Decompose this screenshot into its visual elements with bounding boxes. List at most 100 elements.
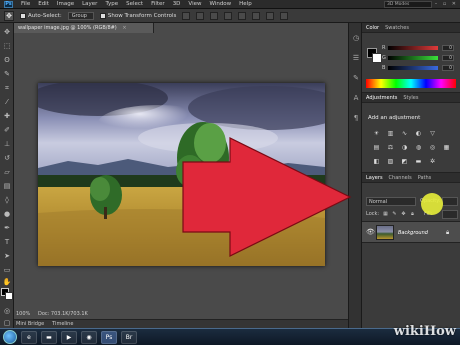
show-transform-checkbox[interactable] [99,12,106,19]
zoom-level[interactable]: 100% [16,311,30,317]
move-tool-icon[interactable]: ✥ [4,10,14,21]
lock-all-icon[interactable]: 🔒︎ [409,210,416,217]
window-controls[interactable]: – ▫ ✕ [435,1,458,7]
menu-image[interactable]: Image [57,1,74,7]
align-top-icon[interactable] [182,11,191,20]
posterize-icon[interactable]: ▨ [386,157,395,166]
tab-timeline[interactable]: Timeline [52,321,73,327]
bridge-icon[interactable]: Br [121,330,137,344]
tab-styles[interactable]: Styles [403,95,418,101]
align-middle-icon[interactable] [196,11,205,20]
quick-mask-icon[interactable]: ◎ [2,306,12,316]
color-spectrum[interactable] [366,79,456,88]
layer-background[interactable]: 👁︎ Background 🔒︎ [362,221,460,243]
hand-tool-icon[interactable]: ✋ [2,277,12,287]
eraser-tool-icon[interactable]: ▱ [2,167,12,177]
brush-panel-icon[interactable]: ✎ [351,73,361,83]
file-explorer-icon[interactable]: ▬ [41,330,57,344]
chrome-icon[interactable]: ◉ [81,330,97,344]
channel-mixer-icon[interactable]: ◎ [428,143,437,152]
menu-file[interactable]: File [21,1,30,7]
close-icon[interactable]: × [122,25,126,31]
layer-name[interactable]: Background [398,230,428,236]
image-canvas[interactable] [38,83,325,266]
document-tab[interactable]: wallpaper image.jpg @ 100% (RGB/8#) × [14,23,154,33]
color-balance-icon[interactable]: ⚖ [386,143,395,152]
levels-icon[interactable]: ▥ [386,129,395,138]
threshold-icon[interactable]: ◩ [400,157,409,166]
green-slider[interactable] [388,56,438,60]
tab-mini-bridge[interactable]: Mini Bridge [16,321,44,327]
tab-channels[interactable]: Channels [389,175,412,181]
selective-color-icon[interactable]: ✲ [428,157,437,166]
brush-tool-icon[interactable]: ✐ [2,125,12,135]
distribute-middle-icon[interactable] [280,11,289,20]
lock-transparent-pixels-icon[interactable]: ▦ [382,210,389,217]
quick-select-tool-icon[interactable]: ✎ [2,69,12,79]
menu-select[interactable]: Select [126,1,143,7]
invert-icon[interactable]: ◧ [372,157,381,166]
lock-image-pixels-icon[interactable]: ✎ [391,210,398,217]
menu-filter[interactable]: Filter [151,1,165,7]
history-panel-icon[interactable]: ◷ [351,33,361,43]
menu-help[interactable]: Help [239,1,252,7]
character-panel-icon[interactable]: A [351,93,361,103]
tab-adjustments[interactable]: Adjustments [366,95,397,101]
align-left-icon[interactable] [224,11,233,20]
red-value-field[interactable]: 0 [442,45,454,51]
vibrance-icon[interactable]: ▽ [428,129,437,138]
tab-color[interactable]: Color [366,25,379,31]
green-value-field[interactable]: 0 [442,55,454,61]
fill-field[interactable] [442,210,458,219]
media-player-icon[interactable]: ▶ [61,330,77,344]
menu-layer[interactable]: Layer [82,1,97,7]
background-color-swatch[interactable] [372,53,382,63]
dodge-tool-icon[interactable]: ● [2,209,12,219]
blur-tool-icon[interactable]: ◊ [2,195,12,205]
brightness-contrast-icon[interactable]: ☀ [372,129,381,138]
crop-tool-icon[interactable]: ⌗ [2,83,12,93]
marquee-tool-icon[interactable]: ⬚ [2,41,12,51]
start-button[interactable] [3,330,17,344]
shape-tool-icon[interactable]: ▭ [2,265,12,275]
color-lookup-icon[interactable]: ▦ [442,143,451,152]
align-bottom-icon[interactable] [210,11,219,20]
lock-position-icon[interactable]: ✥ [400,210,407,217]
eyedropper-tool-icon[interactable]: ⁄ [2,97,12,107]
move-tool-icon[interactable]: ✥ [2,27,12,37]
photoshop-taskbar-icon[interactable]: Ps [101,330,117,344]
blue-value-field[interactable]: 0 [442,65,454,71]
align-right-icon[interactable] [252,11,261,20]
paragraph-panel-icon[interactable]: ¶ [351,113,361,123]
hue-saturation-icon[interactable]: ▤ [372,143,381,152]
menu-window[interactable]: Window [209,1,231,7]
lasso-tool-icon[interactable]: ʘ [2,55,12,65]
internet-explorer-icon[interactable]: e [21,330,37,344]
screen-mode-icon[interactable]: ▢ [2,318,12,328]
pen-tool-icon[interactable]: ✒ [2,223,12,233]
menu-edit[interactable]: Edit [38,1,49,7]
black-white-icon[interactable]: ◑ [400,143,409,152]
align-center-icon[interactable] [238,11,247,20]
workspace-switcher[interactable]: 3D Modes [384,1,432,8]
history-brush-tool-icon[interactable]: ↺ [2,153,12,163]
type-tool-icon[interactable]: T [2,237,12,247]
healing-brush-tool-icon[interactable]: ✚ [2,111,12,121]
tab-paths[interactable]: Paths [418,175,432,181]
tab-swatches[interactable]: Swatches [385,25,409,31]
clone-stamp-tool-icon[interactable]: ⊥ [2,139,12,149]
eye-icon[interactable]: 👁︎ [366,228,375,236]
blend-mode-dropdown[interactable]: Normal [366,197,416,206]
photo-filter-icon[interactable]: ◍ [414,143,423,152]
background-color-swatch[interactable] [5,292,13,300]
menu-type[interactable]: Type [105,1,118,7]
curves-icon[interactable]: ∿ [400,129,409,138]
auto-select-dropdown[interactable]: Group [67,11,94,20]
menu-view[interactable]: View [188,1,201,7]
auto-select-checkbox[interactable] [20,12,26,19]
tab-layers[interactable]: Layers [366,175,383,181]
exposure-icon[interactable]: ◐ [414,129,423,138]
properties-panel-icon[interactable]: ☰ [351,53,361,63]
path-select-tool-icon[interactable]: ➤ [2,251,12,261]
gradient-tool-icon[interactable]: ▤ [2,181,12,191]
